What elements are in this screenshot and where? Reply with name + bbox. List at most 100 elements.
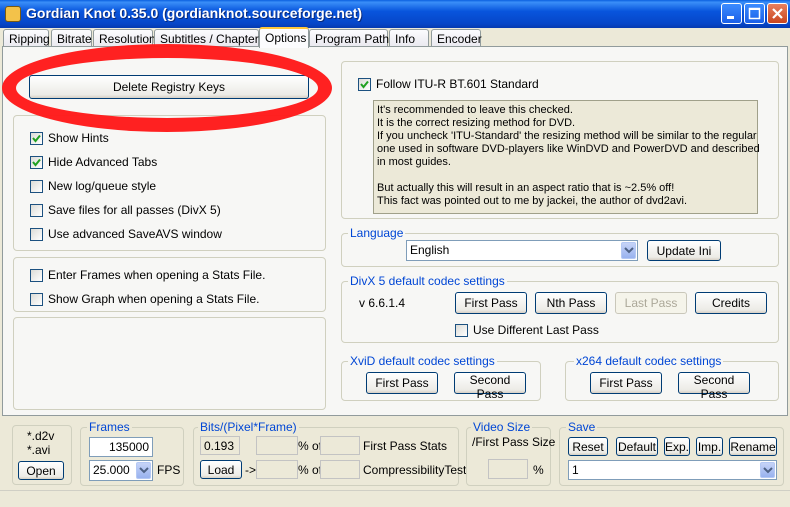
- update-ini-button[interactable]: Update Ini: [647, 240, 721, 261]
- bits-per-pixel-group: Bits/(Pixel*Frame) 0.193 % of First Pass…: [193, 420, 466, 486]
- divx-last-pass-button[interactable]: Last Pass: [615, 292, 687, 314]
- itu-hint-line: It is the correct resizing method for DV…: [377, 117, 576, 129]
- load-button[interactable]: Load: [200, 460, 242, 479]
- compressibility-field[interactable]: [320, 460, 360, 479]
- close-button[interactable]: [767, 3, 788, 24]
- itu-hint-line: one used in software DVD-players like Wi…: [377, 143, 760, 155]
- check-icon: [32, 158, 41, 167]
- use-different-last-pass-label: Use Different Last Pass: [473, 323, 599, 337]
- hide-advanced-tabs-label: Hide Advanced Tabs: [48, 155, 158, 169]
- show-graph-checkbox[interactable]: [30, 293, 43, 306]
- use-different-last-pass-checkbox[interactable]: [455, 324, 468, 337]
- compressibility-percent-field[interactable]: [256, 460, 298, 479]
- tab-info[interactable]: Info: [389, 29, 429, 47]
- video-size-title: Video Size: [471, 420, 533, 434]
- itu-hint-line: in most guides.: [377, 156, 451, 168]
- language-group: Language English Update Ini: [341, 226, 779, 267]
- save-profile-select[interactable]: 1: [568, 460, 777, 480]
- first-pass-percent-of-label: % of: [298, 439, 323, 453]
- compressibility-percent-of-label: % of: [298, 463, 323, 477]
- open-button[interactable]: Open: [18, 461, 64, 480]
- empty-options-group: [13, 317, 326, 410]
- divx-codec-group: DivX 5 default codec settings v 6.6.1.4 …: [341, 274, 779, 343]
- chevron-down-icon: [624, 247, 634, 254]
- fps-select[interactable]: 25.000: [89, 460, 153, 481]
- chevron-down-icon: [763, 467, 773, 474]
- first-pass-stats-label: First Pass Stats: [363, 439, 448, 453]
- avi-filetype: *.avi: [27, 443, 51, 457]
- language-select[interactable]: English: [406, 240, 638, 261]
- frames-group: Frames 135000 25.000 FPS: [80, 420, 184, 486]
- first-pass-size-label: /First Pass Size: [472, 435, 556, 449]
- divx-nth-pass-button[interactable]: Nth Pass: [535, 292, 607, 314]
- save-files-all-passes-label: Save files for all passes (DivX 5): [48, 203, 221, 217]
- video-size-group: Video Size /First Pass Size %: [466, 420, 555, 486]
- new-log-queue-label: New log/queue style: [48, 179, 157, 193]
- general-options-group: Show Hints Hide Advanced Tabs New log/qu…: [13, 115, 326, 251]
- title-bar[interactable]: Gordian Knot 0.35.0 (gordianknot.sourcef…: [0, 0, 790, 28]
- reset-button[interactable]: Reset: [568, 437, 608, 456]
- hide-advanced-tabs-checkbox[interactable]: [30, 156, 43, 169]
- tab-resolution[interactable]: Resolution: [93, 29, 156, 47]
- new-log-queue-checkbox[interactable]: [30, 180, 43, 193]
- app-window: Gordian Knot 0.35.0 (gordianknot.sourcef…: [0, 0, 790, 507]
- save-profile-dropdown-button[interactable]: [760, 462, 775, 478]
- x264-first-pass-button[interactable]: First Pass: [590, 372, 662, 394]
- advanced-saveavs-label: Use advanced SaveAVS window: [48, 227, 222, 241]
- tab-bitrate[interactable]: Bitrate: [51, 29, 92, 47]
- fps-label: FPS: [157, 463, 181, 477]
- x264-title: x264 default codec settings: [574, 354, 724, 368]
- check-icon: [32, 134, 41, 143]
- tab-program-paths[interactable]: Program Paths: [309, 29, 395, 47]
- itu-hint-line: But actually this will result in an aspe…: [377, 182, 675, 194]
- bits-per-pixel-value: 0.193: [200, 436, 240, 455]
- show-hints-checkbox[interactable]: [30, 132, 43, 145]
- tab-ripping[interactable]: Ripping: [3, 29, 50, 47]
- maximize-icon: [748, 7, 761, 20]
- xvid-first-pass-button[interactable]: First Pass: [366, 372, 438, 394]
- check-icon: [360, 80, 369, 89]
- default-button[interactable]: Default: [616, 437, 658, 456]
- minimize-button[interactable]: [721, 3, 742, 24]
- fps-dropdown-button[interactable]: [136, 462, 151, 479]
- first-pass-percent-field[interactable]: [256, 436, 298, 455]
- show-graph-label: Show Graph when opening a Stats File.: [48, 292, 260, 306]
- enter-frames-label: Enter Frames when opening a Stats File.: [48, 268, 266, 282]
- x264-codec-group: x264 default codec settings First Pass S…: [565, 354, 779, 401]
- video-size-percent-field[interactable]: [488, 459, 528, 479]
- advanced-saveavs-checkbox[interactable]: [30, 228, 43, 241]
- options-panel: Delete Registry Keys Show Hints Hide Adv…: [2, 46, 788, 416]
- rename-button[interactable]: Rename: [729, 437, 777, 456]
- xvid-second-pass-button[interactable]: Second Pass: [454, 372, 526, 401]
- maximize-button[interactable]: [744, 3, 765, 24]
- import-button[interactable]: Imp.: [696, 437, 723, 456]
- tab-encoder[interactable]: Encoder: [431, 29, 482, 47]
- delete-registry-keys-button[interactable]: Delete Registry Keys: [29, 75, 309, 99]
- close-icon: [772, 8, 783, 19]
- export-button[interactable]: Exp.: [664, 437, 690, 456]
- chevron-down-icon: [139, 467, 149, 474]
- tab-subtitles-chapters[interactable]: Subtitles / Chapters: [154, 29, 265, 47]
- save-files-all-passes-checkbox[interactable]: [30, 204, 43, 217]
- bits-per-pixel-title: Bits/(Pixel*Frame): [198, 420, 299, 434]
- itu-hint-box: It's recommended to leave this checked. …: [373, 100, 760, 214]
- window-title: Gordian Knot 0.35.0 (gordianknot.sourcef…: [26, 5, 363, 21]
- arrow-label: ->: [245, 463, 257, 477]
- frames-input[interactable]: 135000: [89, 437, 153, 457]
- save-profile-selected: 1: [572, 463, 579, 477]
- divx-credits-button[interactable]: Credits: [695, 292, 767, 314]
- x264-second-pass-button[interactable]: Second Pass: [678, 372, 750, 401]
- file-open-group: *.d2v *.avi Open: [12, 425, 72, 485]
- enter-frames-checkbox[interactable]: [30, 269, 43, 282]
- tab-options[interactable]: Options: [259, 27, 309, 48]
- divx-version: v 6.6.1.4: [359, 296, 406, 310]
- language-selected: English: [410, 243, 450, 257]
- itu-standard-checkbox[interactable]: [358, 78, 371, 91]
- divx-first-pass-button[interactable]: First Pass: [455, 292, 527, 314]
- language-dropdown-button[interactable]: [621, 242, 636, 259]
- itu-hint-line: This fact was pointed out to me by jacke…: [377, 195, 688, 207]
- first-pass-stats-field[interactable]: [320, 436, 360, 455]
- video-size-percent-label: %: [533, 463, 544, 477]
- compressibility-test-label: CompressibilityTest: [363, 463, 467, 477]
- frames-title: Frames: [87, 420, 132, 434]
